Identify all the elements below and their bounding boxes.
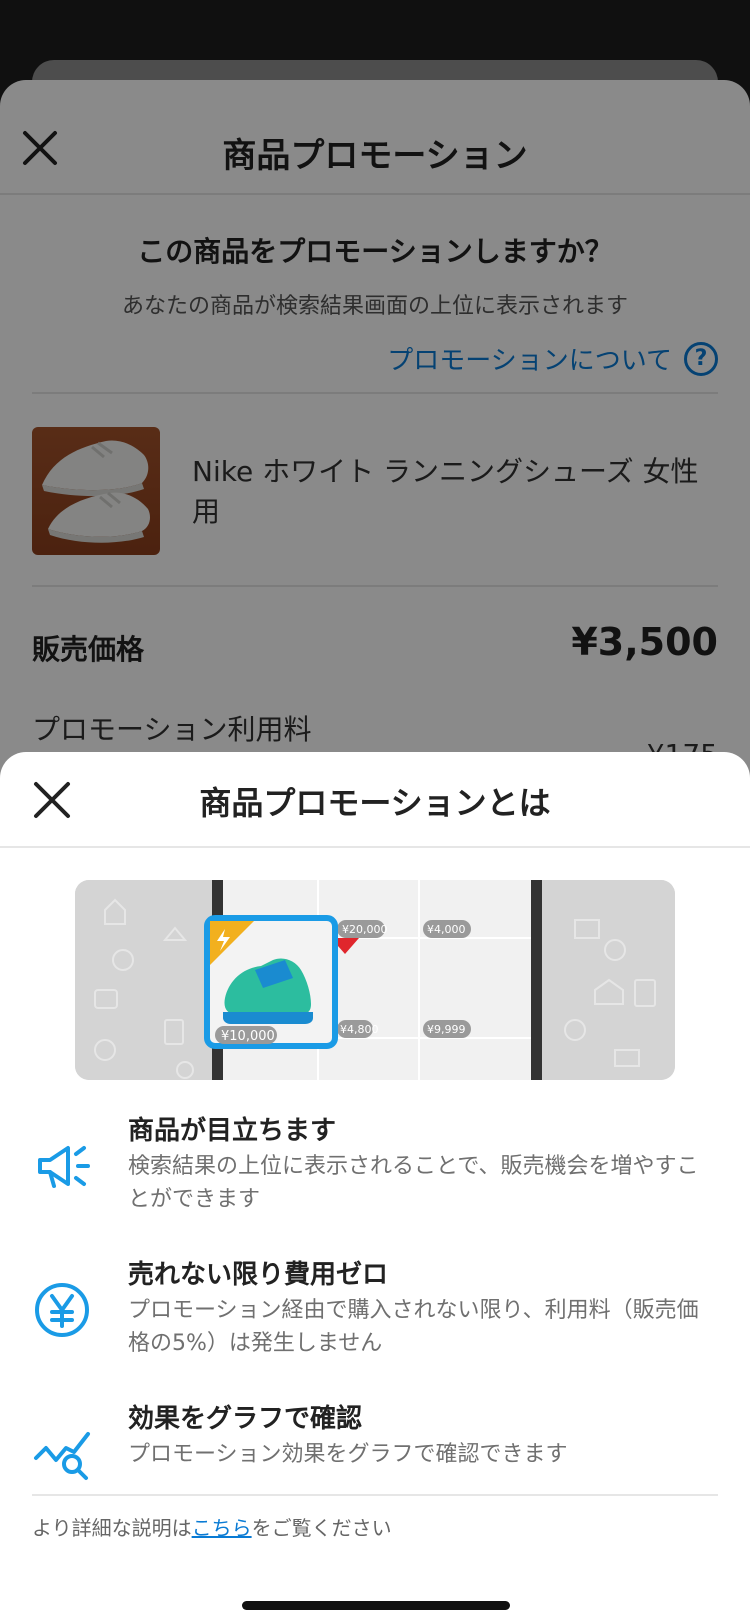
feature-title: 効果をグラフで確認 — [128, 1404, 363, 1434]
screen: 商品プロモーション この商品をプロモーションしますか？ あなたの商品が検索結果画… — [0, 0, 750, 1624]
price-tag-text: ¥4,800 — [340, 1023, 379, 1036]
feature-graph: 効果をグラフで確認 プロモーション効果をグラフで確認できます — [32, 1398, 718, 1488]
more-info-text: より詳細な説明はこちらをご覧ください — [32, 1512, 392, 1541]
promotion-info-modal: 商品プロモーションとは ¥10,000 ¥20,000 ¥4,000 ¥4,80… — [0, 752, 750, 1624]
chart-search-icon — [34, 1432, 90, 1480]
feature-description: 検索結果の上位に表示されることで、販売機会を増やすことができます — [128, 1154, 699, 1212]
yen-circle-icon — [35, 1283, 89, 1337]
search-results-illustration: ¥10,000 ¥20,000 ¥4,000 ¥4,800 ¥9,999 — [75, 880, 675, 1080]
feature-title: 売れない限り費用ゼロ — [128, 1260, 389, 1290]
modal-header: 商品プロモーションとは — [0, 752, 750, 848]
feature-description: プロモーション経由で購入されない限り、利用料（販売価格の5%）は発生しません — [128, 1298, 699, 1356]
promotion-illustration: ¥10,000 ¥20,000 ¥4,000 ¥4,800 ¥9,999 — [75, 880, 675, 1080]
price-tag-text: ¥9,999 — [427, 1023, 466, 1036]
price-tag-text: ¥20,000 — [342, 923, 388, 936]
feature-stand-out: 商品が目立ちます 検索結果の上位に表示されることで、販売機会を増やすことができま… — [32, 1110, 718, 1220]
more-info-prefix: より詳細な説明は — [32, 1516, 192, 1540]
price-tag-text: ¥4,000 — [427, 923, 466, 936]
feature-title: 商品が目立ちます — [128, 1116, 337, 1146]
megaphone-icon — [38, 1146, 90, 1188]
modal-title: 商品プロモーションとは — [199, 784, 551, 822]
feature-no-cost: 売れない限り費用ゼロ プロモーション経由で購入されない限り、利用料（販売価格の5… — [32, 1254, 718, 1364]
feature-description: プロモーション効果をグラフで確認できます — [128, 1442, 568, 1467]
home-indicator[interactable] — [242, 1601, 510, 1610]
more-info-link[interactable]: こちら — [192, 1516, 252, 1540]
featured-price-text: ¥10,000 — [221, 1029, 275, 1044]
more-info-suffix: をご覧ください — [251, 1516, 392, 1540]
divider — [32, 1494, 718, 1496]
